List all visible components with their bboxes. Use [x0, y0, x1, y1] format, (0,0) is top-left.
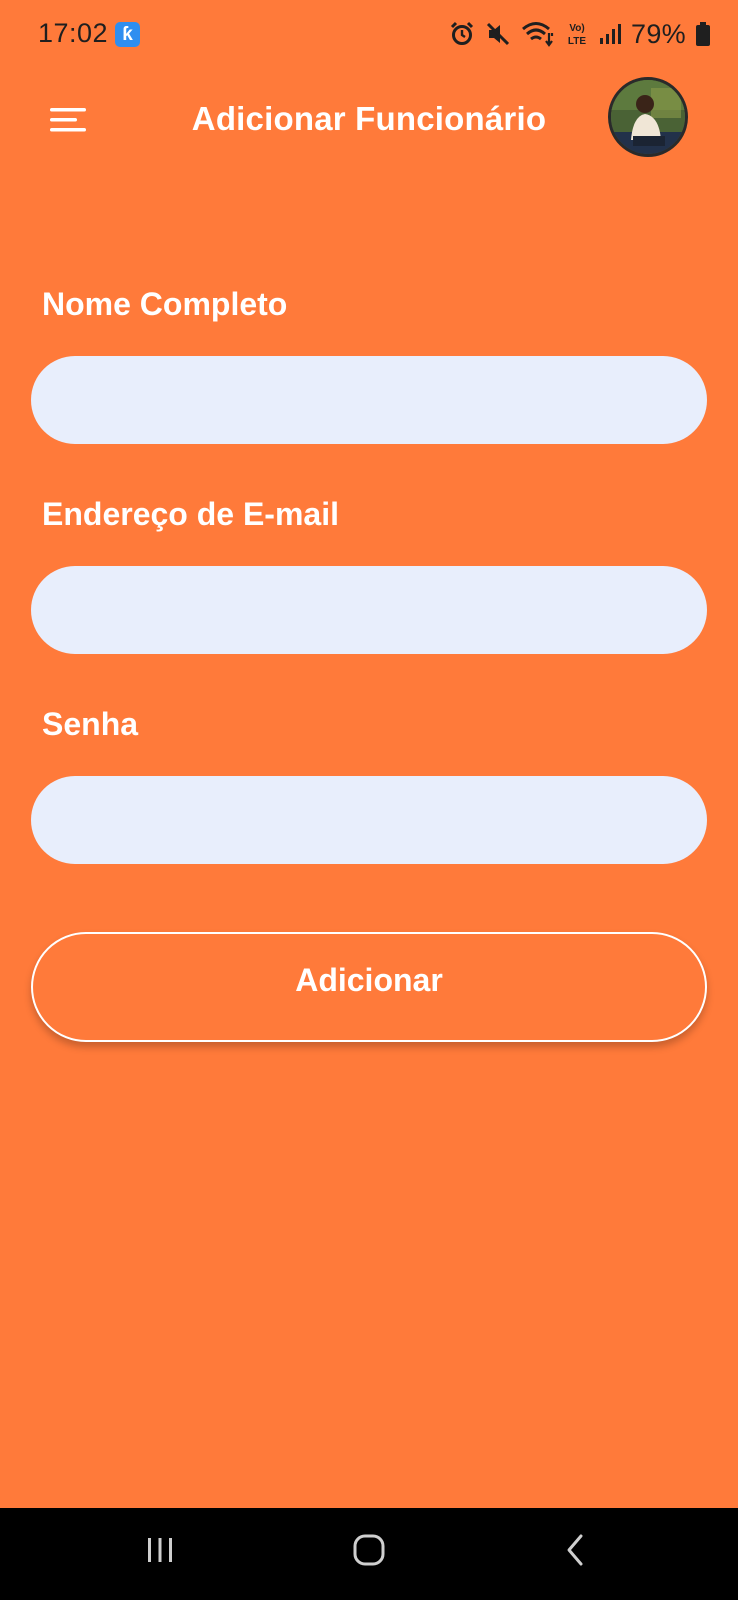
mute-icon — [485, 21, 511, 47]
full-name-input[interactable] — [31, 356, 707, 444]
avatar[interactable] — [608, 77, 688, 157]
add-button[interactable]: Adicionar — [31, 932, 707, 1042]
system-nav-bar — [0, 1508, 738, 1600]
password-label: Senha — [42, 706, 139, 742]
email-input[interactable] — [31, 566, 707, 654]
back-icon — [567, 1534, 583, 1566]
volte-lte-icon: Vo) LTE — [565, 20, 589, 48]
full-name-label: Nome Completo — [42, 286, 288, 322]
avatar-photo — [611, 80, 685, 154]
recent-apps-icon — [148, 1538, 172, 1562]
svg-text:Vo): Vo) — [569, 23, 584, 34]
status-time: 17:02 — [38, 18, 109, 48]
email-label: Endereço de E-mail — [42, 496, 339, 532]
status-icons: Vo) LTE 79% — [449, 16, 710, 52]
battery-icon — [696, 22, 710, 46]
signal-icon — [599, 22, 622, 46]
password-input[interactable] — [31, 776, 707, 864]
status-bar: 17:02 ƙ Vo) LTE 79% — [0, 0, 738, 72]
home-button[interactable] — [339, 1530, 399, 1580]
alarm-icon — [449, 21, 475, 47]
battery-percent: 79% — [631, 18, 686, 49]
top-app-bar: Adicionar Funcionário — [0, 72, 738, 172]
svg-text:LTE: LTE — [568, 36, 586, 47]
recent-apps-button[interactable] — [130, 1530, 190, 1580]
wifi-icon — [521, 20, 555, 48]
back-button[interactable] — [545, 1530, 605, 1580]
notification-app-icon: ƙ — [115, 22, 140, 47]
home-icon — [353, 1534, 385, 1566]
